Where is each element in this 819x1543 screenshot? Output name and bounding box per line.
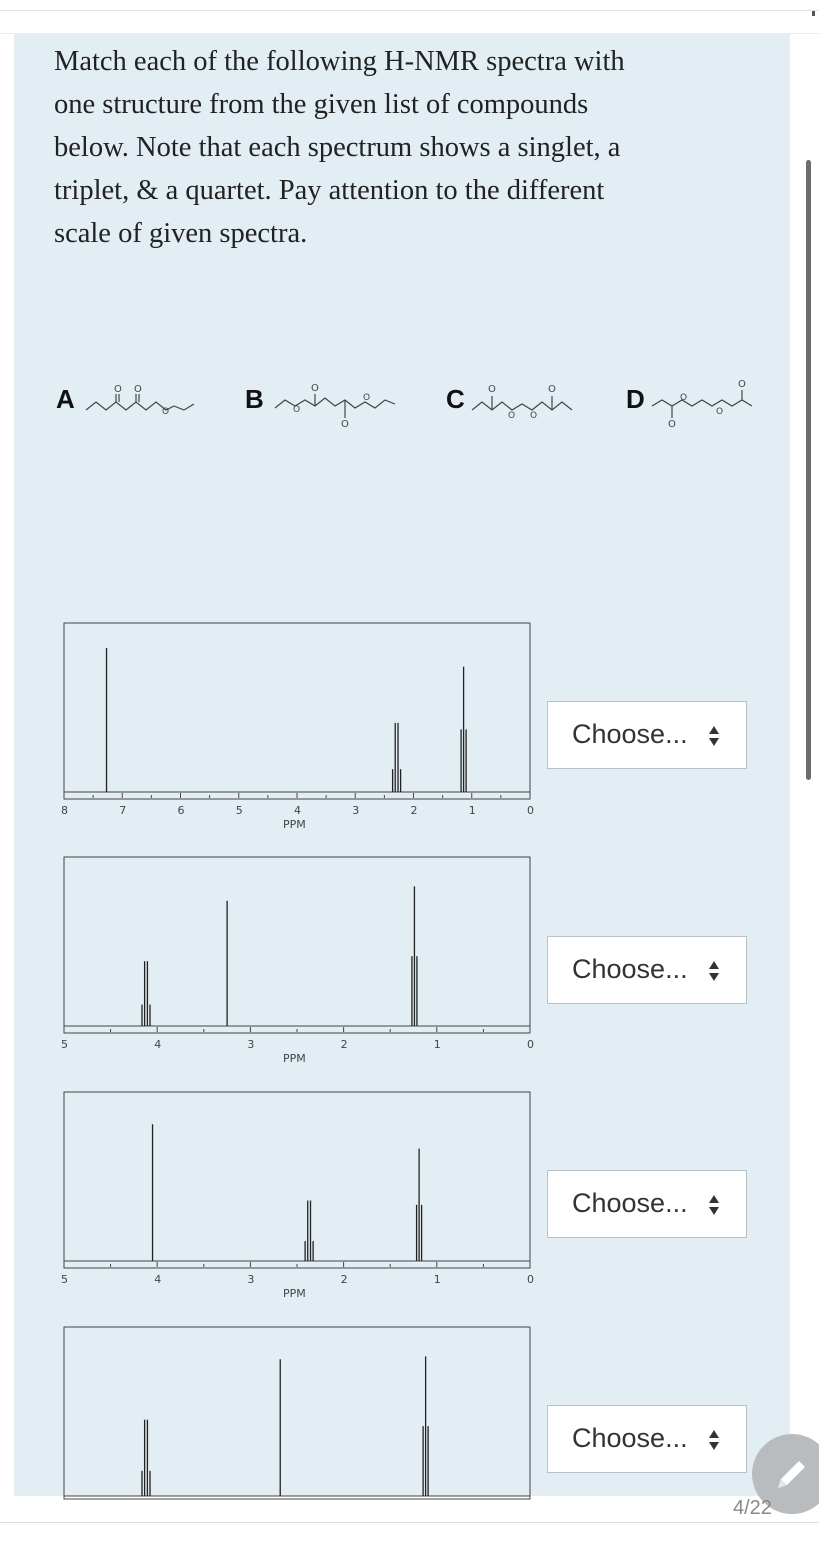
scrollbar[interactable] bbox=[806, 160, 811, 780]
tick-label: 8 bbox=[61, 804, 68, 817]
sort-arrows-icon bbox=[709, 961, 719, 981]
svg-text:O: O bbox=[508, 411, 515, 421]
structure-d-diagram: O O O O bbox=[651, 379, 753, 430]
answer-select-4[interactable]: Choose... bbox=[547, 1405, 747, 1473]
sort-arrows-icon bbox=[709, 1430, 719, 1450]
tick-label: 1 bbox=[469, 804, 476, 817]
spectrum-plot: 5 4 3 2 1 0 PPM bbox=[61, 1091, 534, 1300]
svg-text:O: O bbox=[668, 419, 676, 430]
sort-arrows-icon bbox=[709, 726, 719, 746]
plot-frame bbox=[63, 1326, 531, 1500]
nmr-spectrum-1: 8 7 6 5 4 3 2 1 0 PPM bbox=[56, 622, 542, 837]
plot-frame bbox=[63, 1091, 531, 1269]
compound-a: A O O O bbox=[56, 370, 216, 430]
svg-text:O: O bbox=[716, 407, 723, 417]
svg-text:O: O bbox=[488, 384, 496, 395]
tick-label: 4 bbox=[294, 804, 301, 817]
nmr-spectrum-3: 5 4 3 2 1 0 PPM bbox=[56, 1091, 542, 1306]
bottom-divider bbox=[0, 1522, 819, 1523]
structure-a-diagram: O O O bbox=[85, 384, 195, 417]
status-mark bbox=[812, 11, 815, 16]
svg-text:O: O bbox=[738, 379, 746, 390]
tick-label: 3 bbox=[247, 1038, 254, 1051]
compound-d: D O O O O bbox=[626, 370, 776, 430]
question-line: Match each of the following H-NMR spectr… bbox=[54, 46, 625, 77]
tick-label: 2 bbox=[341, 1038, 348, 1051]
plot-frame bbox=[63, 856, 531, 1034]
svg-text:O: O bbox=[363, 393, 370, 403]
answer-select-3[interactable]: Choose... bbox=[547, 1170, 747, 1238]
compound-c: C O O O O bbox=[446, 370, 596, 430]
tick-label: 0 bbox=[527, 1038, 534, 1051]
sort-arrows-icon bbox=[709, 1195, 719, 1215]
tick-label: 5 bbox=[61, 1038, 68, 1051]
tick-label: 5 bbox=[236, 804, 243, 817]
answer-select-1[interactable]: Choose... bbox=[547, 701, 747, 769]
svg-text:O: O bbox=[162, 407, 169, 417]
tick-label: 1 bbox=[434, 1273, 441, 1286]
tick-label: 3 bbox=[352, 804, 359, 817]
svg-text:O: O bbox=[680, 393, 687, 403]
spectrum-plot bbox=[63, 1326, 531, 1500]
tick-label: 1 bbox=[434, 1038, 441, 1051]
structure-b-diagram: O O O O bbox=[274, 383, 396, 430]
svg-text:O: O bbox=[341, 419, 349, 430]
question-line: one structure from the given list of com… bbox=[54, 89, 589, 120]
question-line: scale of given spectra. bbox=[54, 218, 308, 249]
question-text: Match each of the following H-NMR spectr… bbox=[54, 40, 774, 255]
tick-label: 2 bbox=[341, 1273, 348, 1286]
select-label: Choose... bbox=[572, 1423, 688, 1453]
select-label: Choose... bbox=[572, 1188, 688, 1218]
select-label: Choose... bbox=[572, 954, 688, 984]
tick-label: 2 bbox=[411, 804, 418, 817]
svg-text:O: O bbox=[311, 383, 319, 394]
top-divider bbox=[0, 10, 819, 11]
axis-label: PPM bbox=[283, 1287, 306, 1300]
tick-label: 0 bbox=[527, 804, 534, 817]
compound-b: B O O O O bbox=[245, 370, 410, 430]
spectrum-plot: 5 4 3 2 1 0 PPM bbox=[61, 856, 534, 1065]
nmr-spectrum-4 bbox=[56, 1326, 542, 1501]
structure-c-diagram: O O O O bbox=[471, 384, 573, 421]
question-line: below. Note that each spectrum shows a s… bbox=[54, 132, 621, 163]
answer-select-2[interactable]: Choose... bbox=[547, 936, 747, 1004]
nmr-spectrum-2: 5 4 3 2 1 0 PPM bbox=[56, 856, 542, 1071]
tick-label: 3 bbox=[247, 1273, 254, 1286]
svg-text:O: O bbox=[134, 384, 142, 395]
tick-label: 4 bbox=[154, 1038, 161, 1051]
svg-text:O: O bbox=[548, 384, 556, 395]
tick-label: 0 bbox=[527, 1273, 534, 1286]
tick-label: 5 bbox=[61, 1273, 68, 1286]
page-indicator: 4/22 bbox=[733, 1497, 772, 1519]
tick-label: 6 bbox=[178, 804, 185, 817]
svg-text:O: O bbox=[114, 384, 122, 395]
axis-label: PPM bbox=[283, 818, 306, 831]
spectrum-plot: 8 7 6 5 4 3 2 1 0 PPM bbox=[61, 622, 534, 831]
plot-frame bbox=[63, 622, 531, 800]
axis-label: PPM bbox=[283, 1052, 306, 1065]
question-line: triplet, & a quartet. Pay attention to t… bbox=[54, 175, 605, 206]
tick-label: 4 bbox=[154, 1273, 161, 1286]
svg-text:O: O bbox=[530, 411, 537, 421]
svg-text:O: O bbox=[293, 405, 300, 415]
tick-label: 7 bbox=[119, 804, 126, 817]
pencil-icon bbox=[778, 1461, 805, 1488]
select-label: Choose... bbox=[572, 719, 688, 749]
